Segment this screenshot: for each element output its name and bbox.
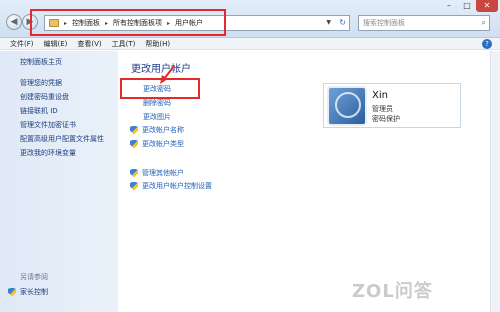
watermark: ZOL问答: [352, 281, 433, 302]
menu-edit[interactable]: 编辑(E): [44, 39, 68, 49]
change-account-name-label: 更改帐户名称: [142, 126, 184, 134]
shield-icon: [130, 125, 138, 135]
shield-icon: [130, 168, 138, 178]
menu-help[interactable]: 帮助(H): [145, 39, 170, 49]
close-button[interactable]: ✕: [476, 0, 498, 12]
search-icon[interactable]: ⌕: [482, 16, 486, 30]
control-panel-home-link[interactable]: 控制面板主页: [20, 57, 62, 67]
left-link-encryption-cert[interactable]: 管理文件加密证书: [20, 120, 76, 130]
parental-controls-link[interactable]: 家长控制: [8, 287, 48, 297]
refresh-icon[interactable]: ↻: [339, 16, 346, 30]
uac-settings-link[interactable]: 更改用户帐户控制设置: [130, 181, 212, 191]
left-link-password-reset-disk[interactable]: 创建密码重设盘: [20, 92, 69, 102]
left-link-environment-variables[interactable]: 更改我的环境变量: [20, 148, 76, 158]
account-password-state: 密码保护: [372, 115, 400, 123]
see-also-heading: 另请参阅: [20, 273, 48, 281]
change-picture-link[interactable]: 更改图片: [143, 112, 171, 122]
search-input[interactable]: 搜索控制面板 ⌕: [358, 15, 490, 31]
uac-settings-label: 更改用户帐户控制设置: [142, 182, 212, 190]
change-account-type-link[interactable]: 更改帐户类型: [130, 139, 184, 149]
account-name: Xin: [372, 90, 388, 101]
shield-icon: [130, 139, 138, 149]
vertical-scrollbar[interactable]: [490, 51, 500, 312]
left-link-online-id[interactable]: 链接联机 ID: [20, 106, 58, 116]
manage-other-accounts-label: 管理其他帐户: [142, 169, 184, 177]
change-password-link[interactable]: 更改密码: [143, 84, 171, 94]
maximize-button[interactable]: □: [458, 0, 476, 12]
help-icon[interactable]: ?: [482, 39, 492, 49]
avatar: [327, 86, 367, 126]
remove-password-link[interactable]: 删除密码: [143, 98, 171, 108]
menu-tools[interactable]: 工具(T): [112, 39, 136, 49]
address-highlight-box: [30, 9, 226, 36]
menu-view[interactable]: 查看(V): [77, 39, 101, 49]
shield-icon: [130, 181, 138, 191]
left-link-profile-properties[interactable]: 配置高级用户配置文件属性: [20, 134, 104, 144]
account-card: Xin 管理员 密码保护: [323, 83, 461, 128]
menu-file[interactable]: 文件(F): [10, 39, 34, 49]
menu-bar: 文件(F) 编辑(E) 查看(V) 工具(T) 帮助(H) ?: [0, 38, 500, 50]
search-placeholder: 搜索控制面板: [363, 19, 405, 27]
left-pane: 控制面板主页 管理您的凭据 创建密码重设盘 链接联机 ID 管理文件加密证书 配…: [0, 51, 118, 312]
main-content: 更改用户帐户 更改密码 删除密码 更改图片 更改帐户名称 更改帐户类型 管理其他…: [118, 51, 490, 312]
manage-other-accounts-link[interactable]: 管理其他帐户: [130, 168, 184, 178]
shield-icon: [8, 287, 16, 297]
left-link-manage-credentials[interactable]: 管理您的凭据: [20, 78, 62, 88]
minimize-button[interactable]: –: [440, 0, 458, 12]
account-role: 管理员: [372, 105, 393, 113]
chevron-down-icon[interactable]: ▼: [326, 16, 331, 30]
change-account-name-link[interactable]: 更改帐户名称: [130, 125, 184, 135]
back-button[interactable]: ◀: [6, 14, 22, 30]
parental-controls-label: 家长控制: [20, 288, 48, 296]
change-account-type-label: 更改帐户类型: [142, 140, 184, 148]
title-bar: – □ ✕ ◀ ▶ ▸ 控制面板 ▸ 所有控制面板项 ▸ 用户帐户 ▼ ↻ 搜索…: [0, 0, 500, 38]
